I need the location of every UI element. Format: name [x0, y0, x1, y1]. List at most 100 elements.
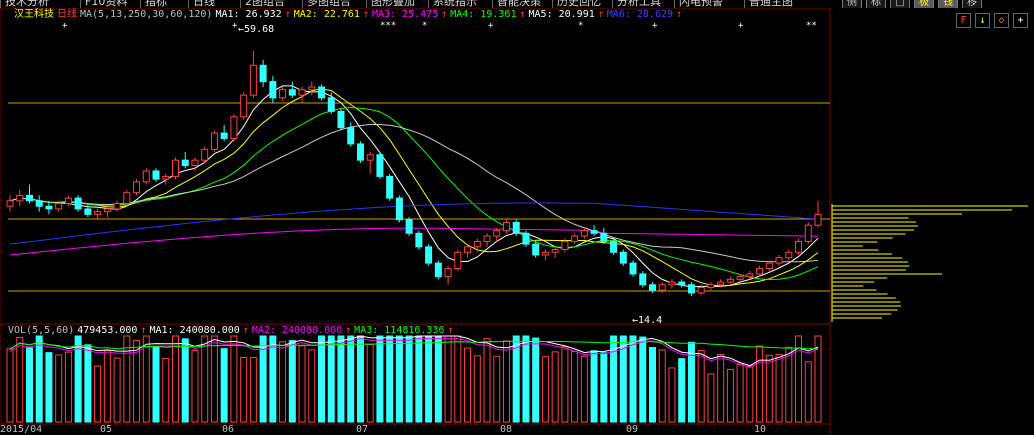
- volume-bar[interactable]: [103, 349, 111, 423]
- volume-bar[interactable]: [629, 335, 637, 423]
- candle[interactable]: [425, 244, 433, 266]
- candle[interactable]: [522, 230, 530, 247]
- candle[interactable]: [269, 76, 277, 104]
- volume-bar[interactable]: [318, 335, 326, 423]
- volume-bar[interactable]: [6, 348, 14, 423]
- candle[interactable]: [133, 179, 141, 196]
- volume-bar[interactable]: [425, 335, 433, 423]
- toolbar-right-button[interactable]: 侧: [842, 0, 862, 8]
- candle[interactable]: [318, 84, 326, 101]
- volume-bar[interactable]: [512, 335, 520, 423]
- volume-bar[interactable]: [687, 341, 695, 423]
- volume-bar[interactable]: [580, 355, 588, 423]
- candle[interactable]: [444, 265, 452, 285]
- volume-bar[interactable]: [269, 335, 277, 423]
- volume-bar[interactable]: [347, 335, 355, 423]
- volume-bar[interactable]: [386, 335, 394, 423]
- candle[interactable]: [541, 249, 549, 261]
- volume-bar[interactable]: [600, 352, 608, 423]
- volume-bar[interactable]: [366, 344, 374, 423]
- volume-bar[interactable]: [279, 341, 287, 423]
- volume-bar[interactable]: [376, 335, 384, 423]
- volume-bar[interactable]: [123, 335, 131, 423]
- volume-bar[interactable]: [464, 347, 472, 423]
- candle[interactable]: [84, 203, 92, 218]
- candle[interactable]: [483, 233, 491, 247]
- volume-bar[interactable]: [191, 350, 199, 423]
- candle[interactable]: [726, 276, 734, 285]
- volume-bar[interactable]: [707, 373, 715, 423]
- candle[interactable]: [162, 173, 170, 185]
- candle[interactable]: [152, 168, 160, 182]
- toolbar-item[interactable]: 普通主图: [744, 0, 793, 8]
- candle[interactable]: [123, 189, 131, 207]
- candle[interactable]: [356, 141, 364, 163]
- volume-bar[interactable]: [230, 335, 238, 423]
- panel-tool-icon[interactable]: ↓: [975, 13, 990, 28]
- candle[interactable]: [35, 195, 43, 212]
- candle[interactable]: [249, 50, 257, 98]
- volume-bar[interactable]: [775, 353, 783, 423]
- candle[interactable]: [366, 152, 374, 174]
- candle[interactable]: [532, 241, 540, 258]
- toolbar-item[interactable]: 智能决策: [492, 0, 541, 8]
- volume-bar[interactable]: [434, 335, 442, 423]
- candle[interactable]: [785, 249, 793, 261]
- panel-tool-icon[interactable]: F: [956, 13, 971, 28]
- candle[interactable]: [298, 87, 306, 104]
- volume-bar[interactable]: [590, 350, 598, 423]
- volume-bar[interactable]: [308, 349, 316, 423]
- candle[interactable]: [171, 157, 179, 180]
- candle[interactable]: [395, 195, 403, 223]
- candle[interactable]: [230, 114, 238, 142]
- volume-bar[interactable]: [785, 346, 793, 423]
- toolbar-right-button[interactable]: 钱: [938, 0, 958, 8]
- toolbar-item[interactable]: 闪电预警: [674, 0, 723, 8]
- volume-bar[interactable]: [152, 347, 160, 423]
- volume-bar[interactable]: [541, 356, 549, 423]
- volume-bar[interactable]: [162, 357, 170, 423]
- volume-bar[interactable]: [356, 335, 364, 423]
- volume-bar[interactable]: [220, 348, 228, 423]
- candle[interactable]: [220, 124, 228, 142]
- candle[interactable]: [804, 222, 812, 245]
- toolbar-item[interactable]: 技术分析: [0, 0, 49, 8]
- volume-bar[interactable]: [415, 335, 423, 423]
- volume-bar[interactable]: [444, 335, 452, 423]
- candle[interactable]: [639, 271, 647, 288]
- volume-bar[interactable]: [142, 335, 150, 423]
- volume-bar[interactable]: [395, 335, 403, 423]
- candle[interactable]: [434, 260, 442, 280]
- event-markers[interactable]: + + *** * + * + + **: [62, 21, 817, 31]
- candle[interactable]: [240, 92, 248, 120]
- candle[interactable]: [746, 271, 754, 280]
- volume-bars[interactable]: [6, 335, 822, 423]
- candle[interactable]: [610, 238, 618, 255]
- candle[interactable]: [181, 152, 189, 169]
- volume-bar[interactable]: [454, 335, 462, 423]
- candle[interactable]: [337, 108, 345, 131]
- volume-bar[interactable]: [649, 347, 657, 423]
- toolbar-right-button[interactable]: 移: [962, 0, 982, 8]
- candle[interactable]: [6, 195, 14, 212]
- volume-bar[interactable]: [532, 337, 540, 423]
- panel-tool-icon[interactable]: ◇: [994, 13, 1009, 28]
- toolbar-item[interactable]: F10资料: [80, 0, 127, 8]
- candle[interactable]: [259, 59, 267, 88]
- toolbar-right-button[interactable]: 标: [866, 0, 886, 8]
- volume-bar[interactable]: [765, 354, 773, 423]
- candle[interactable]: [288, 81, 296, 98]
- candle[interactable]: [454, 249, 462, 272]
- candle[interactable]: [279, 87, 287, 101]
- volume-bar[interactable]: [522, 335, 530, 423]
- candle[interactable]: [25, 184, 33, 204]
- candle[interactable]: [512, 219, 520, 237]
- volume-bar[interactable]: [337, 335, 345, 423]
- candle[interactable]: [201, 146, 209, 163]
- candle[interactable]: [142, 168, 150, 185]
- toolbar-item[interactable]: 分析工具: [612, 0, 661, 8]
- candle[interactable]: [405, 217, 413, 237]
- volume-bar[interactable]: [658, 349, 666, 423]
- toolbar-item[interactable]: 指标: [140, 0, 167, 8]
- candle[interactable]: [775, 254, 783, 266]
